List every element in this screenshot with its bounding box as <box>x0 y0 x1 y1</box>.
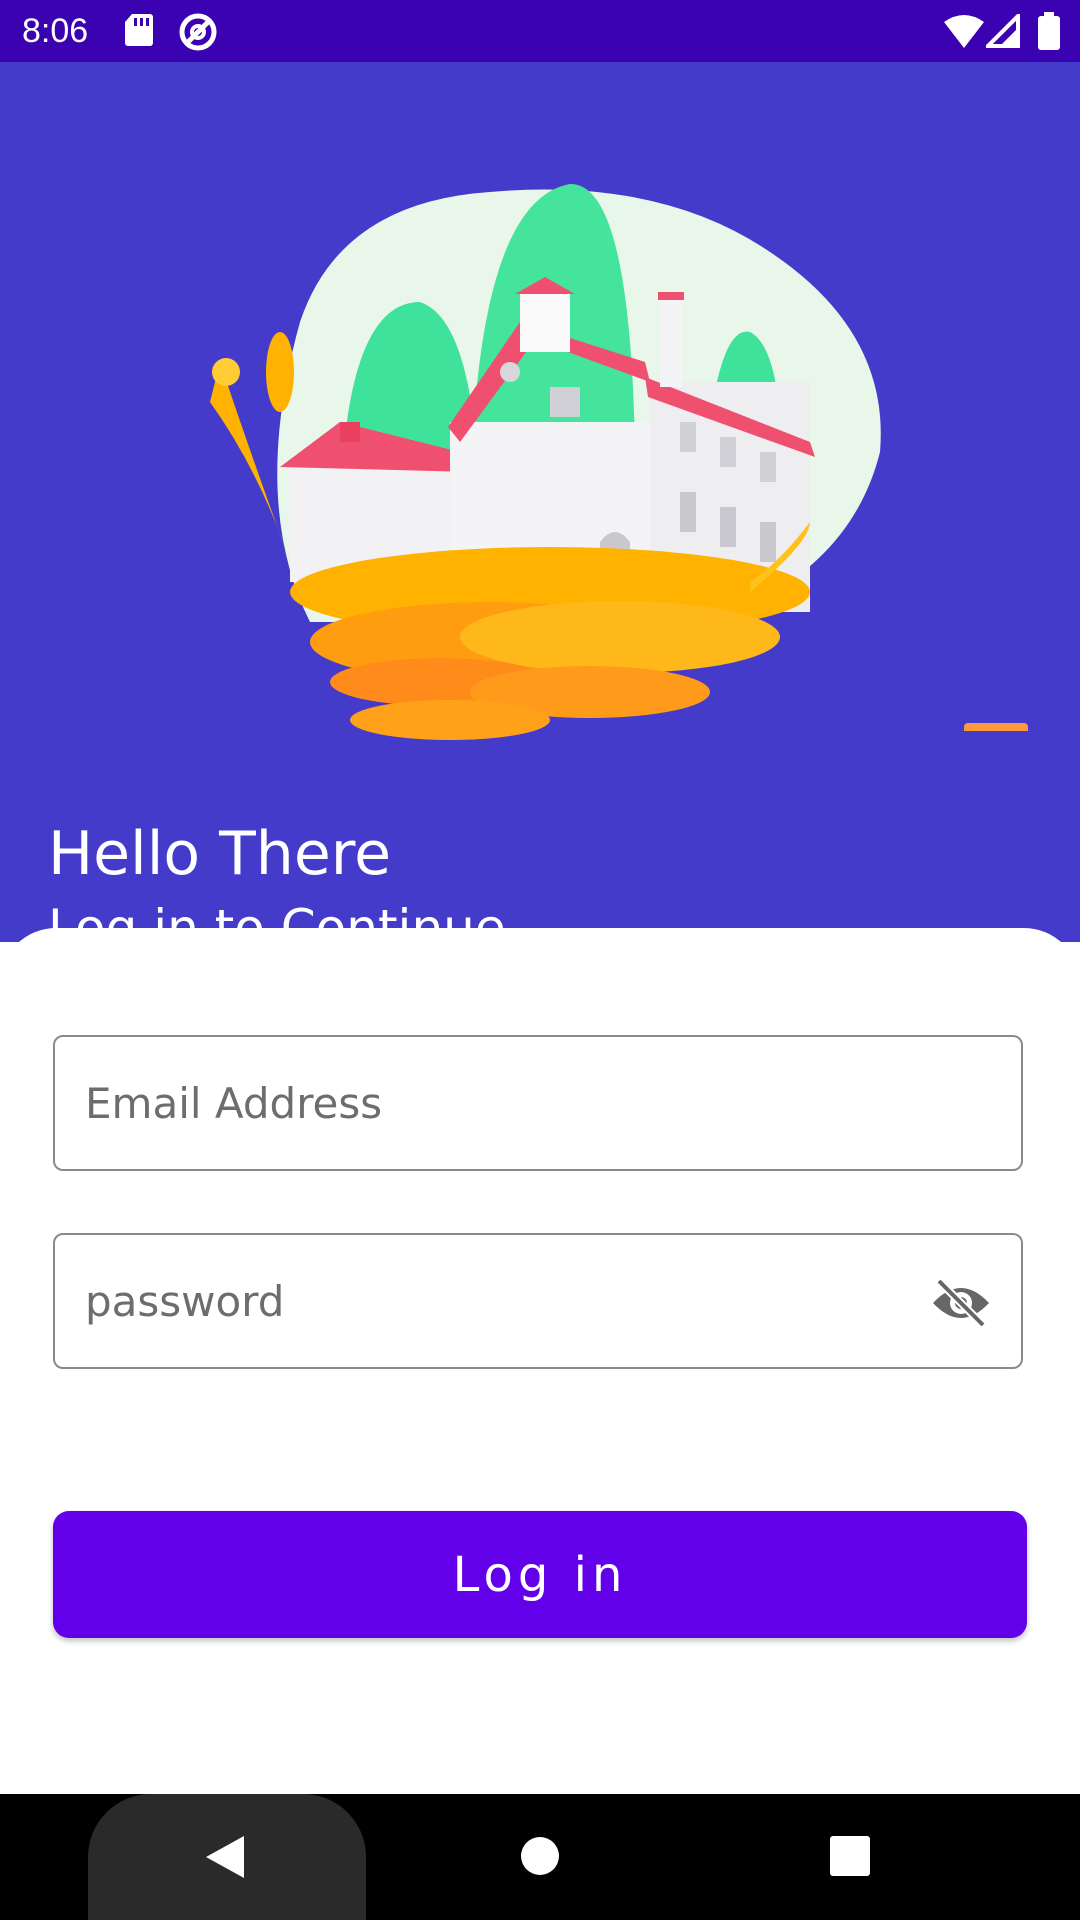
battery-icon <box>1038 12 1060 50</box>
home-icon[interactable] <box>520 1836 560 1876</box>
email-input[interactable] <box>85 1037 905 1169</box>
back-icon[interactable] <box>204 1834 246 1880</box>
status-bar: 8:06 <box>0 0 1080 62</box>
password-field[interactable] <box>53 1233 1023 1369</box>
house-illustration <box>210 183 881 740</box>
recents-icon[interactable] <box>830 1836 870 1876</box>
signal-icon <box>986 14 1020 48</box>
wifi-icon <box>944 15 984 48</box>
hero-banner: Hello There Log in to Continue <box>0 62 1080 957</box>
login-button[interactable]: Log in <box>53 1511 1027 1638</box>
page-indicator <box>964 723 1028 731</box>
eye-off-icon[interactable] <box>931 1277 991 1329</box>
system-nav-bar <box>0 1794 1080 1920</box>
email-field[interactable] <box>53 1035 1023 1171</box>
password-input[interactable] <box>85 1235 905 1367</box>
status-time: 8:06 <box>22 12 89 50</box>
sd-card-icon <box>125 14 153 46</box>
greeting-title: Hello There <box>48 819 392 889</box>
sync-icon <box>179 13 217 51</box>
